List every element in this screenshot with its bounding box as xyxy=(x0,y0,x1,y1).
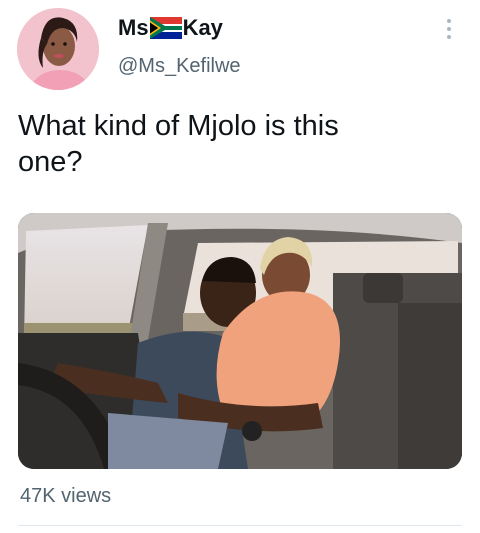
display-name-last: Kay xyxy=(182,15,223,40)
avatar[interactable] xyxy=(17,8,99,90)
display-name-first: Ms xyxy=(118,15,149,40)
tweet-text: What kind of Mjolo is this one? xyxy=(18,110,339,178)
divider xyxy=(18,525,462,526)
view-count: 47K views xyxy=(20,485,112,507)
south-africa-flag-icon xyxy=(149,17,182,39)
user-handle[interactable]: @Ms_Kefilwe xyxy=(118,54,241,78)
more-options-icon[interactable] xyxy=(442,18,456,40)
display-name[interactable]: Ms Kay xyxy=(118,16,223,40)
video-thumbnail[interactable] xyxy=(18,213,462,469)
